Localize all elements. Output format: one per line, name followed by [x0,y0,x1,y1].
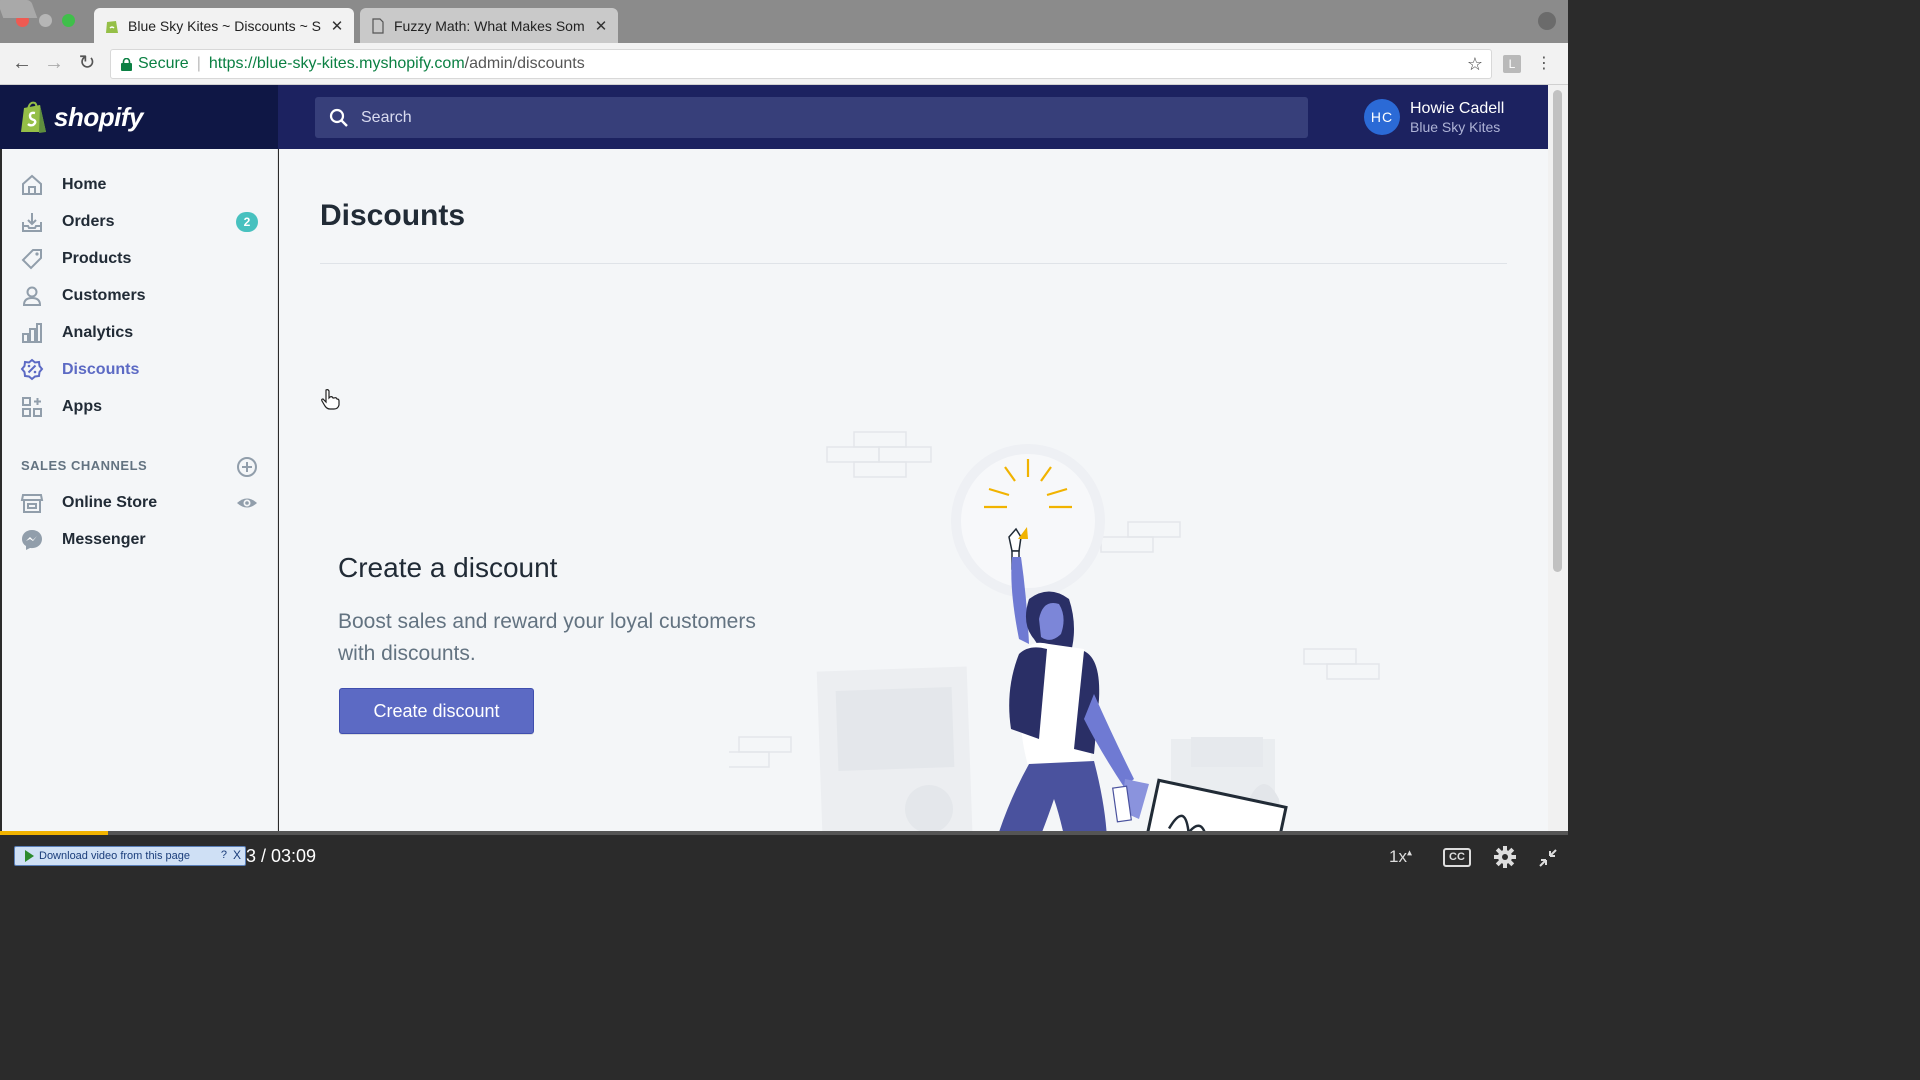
browser-profile-icon[interactable] [1538,12,1556,30]
sidebar-item-label: Analytics [62,324,134,341]
browser-tab-bar: Blue Sky Kites ~ Discounts ~ S ✕ Fuzzy M… [0,0,1568,43]
home-icon [22,174,42,195]
maximize-window-button[interactable] [62,14,75,27]
title-divider [320,263,1507,264]
document-icon [372,17,384,34]
sidebar-item-label: Orders [62,213,115,230]
page-title: Discounts [320,199,466,232]
discount-illustration [729,431,1380,831]
sidebar-item-home[interactable]: Home [2,167,278,203]
apps-icon [22,397,42,417]
sidebar-item-label: Home [62,176,107,193]
help-icon[interactable]: ? [221,849,227,861]
empty-state-description: Boost sales and reward your loyal custom… [338,610,756,665]
sidebar-item-label: Products [62,250,132,267]
search-input[interactable] [361,108,1261,127]
exit-fullscreen-icon[interactable] [1538,848,1558,868]
chevron-up-icon: ▴ [1406,847,1412,859]
add-circle-icon[interactable] [236,456,258,478]
reload-icon[interactable]: ↻ [75,52,99,76]
tag-icon [21,249,42,270]
main-content: Discounts Create a discount Boost sales … [279,149,1548,831]
sidebar: Home Orders 2 Products Customers Analyti… [2,149,278,831]
hand-cursor-icon [321,389,340,410]
close-tab-icon[interactable]: ✕ [330,17,344,35]
sidebar-item-customers[interactable]: Customers [2,278,278,314]
sidebar-item-label: Online Store [62,494,158,511]
sidebar-item-label: Apps [62,398,102,415]
shopify-wordmark: shopify [54,101,143,132]
search-bar[interactable] [315,97,1308,138]
sidebar-item-messenger[interactable]: Messenger [2,522,278,558]
create-discount-button[interactable]: Create discount [339,688,534,734]
shopify-topbar: shopify HC Howie Cadell Blue Sky Kites [0,85,1548,149]
captions-button[interactable]: CC [1443,848,1471,867]
browser-toolbar: ← → ↻ Secure | https://blue-sky-kites.my… [0,43,1568,85]
close-tab-icon[interactable]: ✕ [594,17,608,35]
sidebar-item-discounts[interactable]: Discounts [2,352,278,388]
tab-title: Blue Sky Kites ~ Discounts ~ S [128,17,321,34]
discount-icon [20,358,44,381]
sidebar-item-online-store[interactable]: Online Store [2,485,278,521]
sidebar-item-label: Messenger [62,531,146,548]
tab-fuzzy-math[interactable]: Fuzzy Math: What Makes Som ✕ [360,8,618,43]
video-time: 3 / 03:09 [246,846,317,866]
new-tab-button[interactable] [0,0,38,18]
orders-count-badge: 2 [236,212,258,232]
shopify-logo[interactable]: shopify [0,85,278,149]
store-name: Blue Sky Kites [1410,118,1501,135]
sidebar-item-orders[interactable]: Orders 2 [2,204,278,240]
extension-icon[interactable]: L [1503,55,1521,73]
bookmark-star-icon[interactable]: ☆ [1467,54,1483,75]
gear-icon[interactable] [1494,846,1516,868]
download-video-bar[interactable]: Download video from this page ? X [14,846,246,866]
tab-title: Fuzzy Math: What Makes Som [394,17,585,34]
sidebar-item-analytics[interactable]: Analytics [2,315,278,351]
url-separator: | [196,55,201,72]
playback-speed-label: 1x [1389,847,1407,866]
minimize-window-button[interactable] [39,14,52,27]
address-bar[interactable]: Secure | https://blue-sky-kites.myshopif… [110,49,1492,79]
lock-icon [121,57,132,71]
sales-channels-heading: SALES CHANNELS [21,458,148,473]
person-icon [22,286,42,306]
sidebar-item-label: Customers [62,287,146,304]
store-icon [20,494,44,513]
orders-icon [22,213,42,232]
messenger-icon [22,530,42,550]
tab-discounts[interactable]: Blue Sky Kites ~ Discounts ~ S ✕ [94,8,354,43]
sidebar-item-label: Discounts [62,361,140,378]
sidebar-item-products[interactable]: Products [2,241,278,277]
back-arrow-icon[interactable]: ← [10,52,34,76]
forward-arrow-icon[interactable]: → [42,52,66,76]
bar-chart-icon [22,323,42,343]
browser-menu-icon[interactable]: ⋮ [1536,53,1552,73]
playback-speed-button[interactable]: 1x▴ [1389,847,1412,867]
url-host: https://blue-sky-kites.myshopify.com [208,55,465,72]
avatar: HC [1364,99,1400,135]
url-path: /admin/discounts [464,55,585,72]
secure-label: Secure [138,55,189,72]
eye-icon[interactable] [236,492,258,514]
download-video-label: Download video from this page [39,850,191,862]
sidebar-item-apps[interactable]: Apps [2,389,278,425]
user-name: Howie Cadell [1410,99,1505,117]
shopify-favicon-icon [106,20,118,33]
scrollbar-thumb[interactable] [1553,90,1562,572]
close-icon[interactable]: X [233,848,241,862]
empty-state-heading: Create a discount [338,552,558,583]
user-menu[interactable]: HC Howie Cadell Blue Sky Kites [1364,99,1504,135]
shopify-bag-icon [21,101,46,133]
play-icon [25,850,34,862]
search-icon [329,108,348,127]
